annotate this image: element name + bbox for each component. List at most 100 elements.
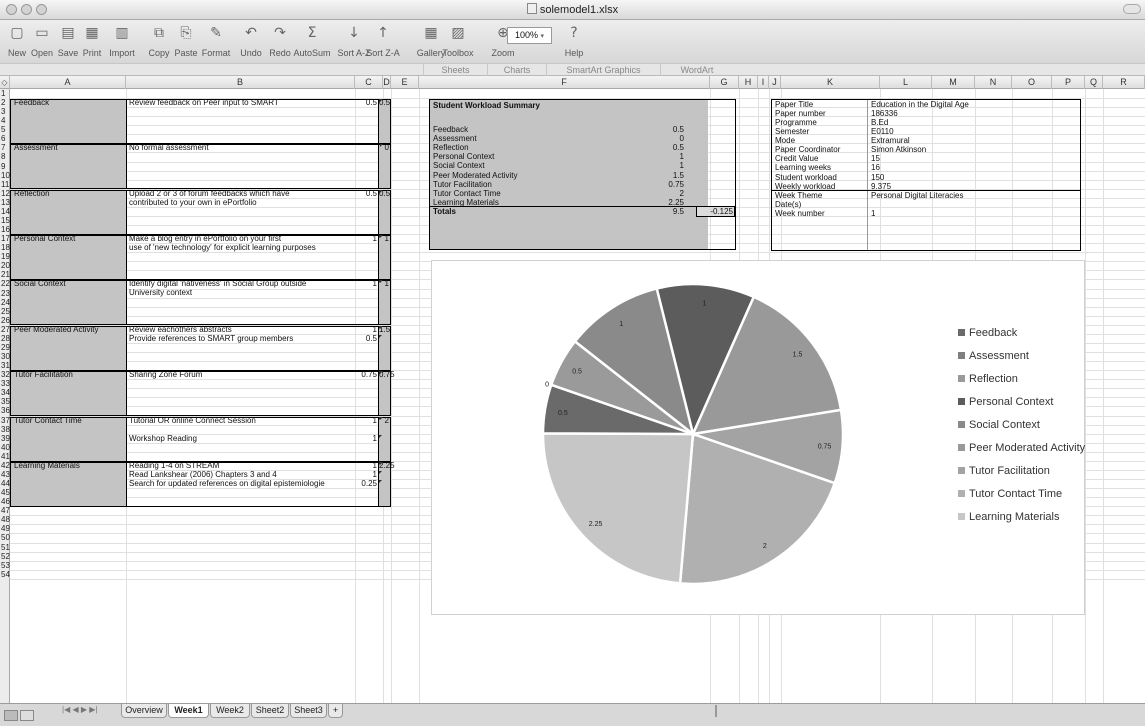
column-header-M[interactable]: M — [932, 76, 975, 89]
sheet-tab-overview[interactable]: Overview — [121, 704, 167, 718]
row-header-41[interactable]: 41 — [0, 452, 10, 461]
row-header-3[interactable]: 3 — [0, 108, 10, 116]
column-header-K[interactable]: K — [781, 76, 880, 89]
ribbon-tab-smartart-graphics[interactable]: SmartArt Graphics — [546, 64, 660, 76]
normal-view-icon[interactable] — [4, 710, 18, 721]
row-header-22[interactable]: 22 — [0, 280, 10, 288]
row-header-19[interactable]: 19 — [0, 253, 10, 261]
column-header-P[interactable]: P — [1052, 76, 1085, 89]
row-header-40[interactable]: 40 — [0, 443, 10, 452]
row-header-8[interactable]: 8 — [0, 153, 10, 161]
column-header-H[interactable]: H — [739, 76, 758, 89]
row-header-17[interactable]: 17 — [0, 235, 10, 243]
row-header-9[interactable]: 9 — [0, 162, 10, 171]
row-header-50[interactable]: 50 — [0, 534, 10, 542]
toolbar-button-help[interactable]: ? Help — [562, 20, 586, 63]
legend-item[interactable]: Learning Materials — [958, 511, 1060, 523]
column-header-B[interactable]: B — [126, 76, 355, 89]
legend-item[interactable]: Reflection — [958, 373, 1018, 385]
tab-split-handle[interactable] — [715, 705, 717, 717]
page-layout-view-icon[interactable] — [20, 710, 34, 721]
row-header-42[interactable]: 42 — [0, 461, 10, 470]
toolbar-button-toolbox[interactable]: ▨ Toolbox — [442, 20, 473, 63]
row-header-53[interactable]: 53 — [0, 561, 10, 570]
row-header-24[interactable]: 24 — [0, 298, 10, 307]
legend-item[interactable]: Social Context — [958, 419, 1040, 431]
worksheet-grid[interactable]: Feedback Review feedback on Peer input to… — [10, 89, 1145, 703]
row-header-43[interactable]: 43 — [0, 470, 10, 479]
column-header-F[interactable]: F — [419, 76, 710, 89]
legend-item[interactable]: Peer Moderated Activity — [958, 442, 1085, 454]
row-header-37[interactable]: 37 — [0, 416, 10, 425]
ribbon-tab-sheets[interactable]: Sheets — [423, 64, 487, 76]
row-header-29[interactable]: 29 — [0, 343, 10, 352]
row-header-11[interactable]: 11 — [0, 180, 10, 189]
row-header-34[interactable]: 34 — [0, 389, 10, 397]
row-header-27[interactable]: 27 — [0, 325, 10, 334]
row-header-26[interactable]: 26 — [0, 316, 10, 325]
row-header-44[interactable]: 44 — [0, 480, 10, 488]
toolbar-button-import[interactable]: ▥ Import — [109, 20, 135, 63]
row-header-28[interactable]: 28 — [0, 334, 10, 343]
row-header-25[interactable]: 25 — [0, 307, 10, 316]
row-header-49[interactable]: 49 — [0, 525, 10, 533]
ribbon-tab-wordart[interactable]: WordArt — [660, 64, 733, 76]
row-header-13[interactable]: 13 — [0, 198, 10, 207]
row-header-54[interactable]: 54 — [0, 570, 10, 579]
row-header-45[interactable]: 45 — [0, 489, 10, 497]
column-header-L[interactable]: L — [880, 76, 932, 89]
legend-item[interactable]: Tutor Facilitation — [958, 465, 1050, 477]
row-header-30[interactable]: 30 — [0, 353, 10, 361]
row-header-5[interactable]: 5 — [0, 126, 10, 134]
row-header-32[interactable]: 32 — [0, 371, 10, 379]
column-header-I[interactable]: I — [758, 76, 769, 89]
row-header-36[interactable]: 36 — [0, 407, 10, 415]
row-header-14[interactable]: 14 — [0, 207, 10, 216]
pie-slice-learning-materials[interactable] — [541, 432, 695, 585]
legend-item[interactable]: Feedback — [958, 327, 1017, 339]
column-header-C[interactable]: C — [355, 76, 383, 89]
row-header-21[interactable]: 21 — [0, 271, 10, 279]
row-header-15[interactable]: 15 — [0, 216, 10, 225]
row-header-16[interactable]: 16 — [0, 226, 10, 234]
column-header-G[interactable]: G — [710, 76, 739, 89]
row-header-23[interactable]: 23 — [0, 289, 10, 298]
toolbar-button-redo[interactable]: ↷ Redo — [268, 20, 292, 63]
toolbar-button-sort-z-a[interactable]: ↑ Sort Z-A — [366, 20, 400, 63]
sheet-tab-sheet3[interactable]: Sheet3 — [290, 704, 327, 718]
row-header-47[interactable]: 47 — [0, 507, 10, 515]
legend-item[interactable]: Tutor Contact Time — [958, 488, 1062, 500]
sheet-tab-week1[interactable]: Week1 — [168, 704, 209, 718]
column-header-D[interactable]: D — [383, 76, 391, 89]
workload-pie-chart[interactable]: 1 1.5 0.75 2 2.25 0.5 0 0.5 1 Feedback Assessment… — [431, 260, 1085, 615]
sheet-tab-week2[interactable]: Week2 — [210, 704, 250, 718]
row-header-20[interactable]: 20 — [0, 262, 10, 270]
row-header-52[interactable]: 52 — [0, 552, 10, 561]
column-header-J[interactable]: J — [769, 76, 781, 89]
row-header-51[interactable]: 51 — [0, 543, 10, 552]
column-header-N[interactable]: N — [975, 76, 1012, 89]
row-header-4[interactable]: 4 — [0, 117, 10, 125]
row-header-10[interactable]: 10 — [0, 171, 10, 180]
row-header-38[interactable]: 38 — [0, 425, 10, 434]
sheet-tab-sheet2[interactable]: Sheet2 — [251, 704, 289, 718]
column-header-Q[interactable]: Q — [1085, 76, 1103, 89]
sheet-nav-arrows[interactable]: |◀ ◀ ▶ ▶| — [62, 705, 97, 714]
row-header-33[interactable]: 33 — [0, 380, 10, 388]
legend-item[interactable]: Personal Context — [958, 396, 1053, 408]
column-header-A[interactable]: A — [10, 76, 126, 89]
add-sheet-button[interactable]: + — [328, 704, 343, 718]
row-header-18[interactable]: 18 — [0, 244, 10, 252]
row-header-7[interactable]: 7 — [0, 144, 10, 152]
column-header-E[interactable]: E — [391, 76, 419, 89]
column-header-R[interactable]: R — [1103, 76, 1145, 89]
row-header-35[interactable]: 35 — [0, 398, 10, 406]
toolbar-button-autosum[interactable]: Σ AutoSum — [293, 20, 330, 63]
toolbar-button-format[interactable]: ✎ Format — [202, 20, 231, 63]
row-header-6[interactable]: 6 — [0, 135, 10, 143]
column-header-O[interactable]: O — [1012, 76, 1052, 89]
row-header-48[interactable]: 48 — [0, 516, 10, 524]
row-header-12[interactable]: 12 — [0, 189, 10, 198]
legend-item[interactable]: Assessment — [958, 350, 1029, 362]
row-header-39[interactable]: 39 — [0, 434, 10, 443]
